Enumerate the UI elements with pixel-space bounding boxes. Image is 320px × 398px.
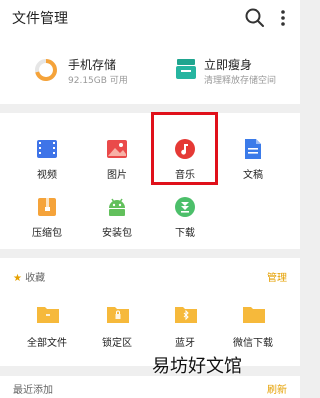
archive-icon <box>36 196 58 218</box>
folder-label: 蓝牙 <box>175 338 195 349</box>
recent-title: 最近添加 <box>13 385 53 396</box>
search-icon[interactable] <box>244 7 266 29</box>
category-apks[interactable]: 安装包 <box>82 178 152 239</box>
category-archives[interactable]: 压缩包 <box>12 178 82 239</box>
folder-label: 锁定区 <box>102 338 132 349</box>
video-icon <box>36 138 58 160</box>
page-title: 文件管理 <box>12 11 68 27</box>
cleanup-label: 立即瘦身 <box>204 58 253 72</box>
folder-icon <box>36 304 60 324</box>
cleanup-icon <box>174 56 198 82</box>
storage-ring-icon <box>34 58 58 82</box>
category-label: 文稿 <box>243 170 263 181</box>
image-icon <box>106 138 128 160</box>
lock-folder-icon <box>106 304 130 324</box>
highlight-box <box>151 112 218 185</box>
category-downloads[interactable]: 下载 <box>150 178 220 239</box>
folder-label: 全部文件 <box>27 338 67 349</box>
watermark-text: 易坊好文馆 <box>152 356 242 377</box>
category-label: 安装包 <box>102 228 132 239</box>
cleanup-item[interactable]: 立即瘦身 清理释放存储空间 <box>150 36 300 104</box>
folder-icon <box>242 304 266 324</box>
favorites-title: 收藏 <box>25 273 46 284</box>
phone-storage-label: 手机存储 <box>68 58 117 72</box>
phone-storage-free: 92.15GB 可用 <box>68 76 128 86</box>
folder-all-files[interactable]: 全部文件 <box>12 296 82 352</box>
folder-bluetooth[interactable]: 蓝牙 <box>150 296 220 352</box>
android-icon <box>106 196 128 218</box>
refresh-button[interactable]: 刷新 <box>267 381 287 396</box>
cleanup-detail: 清理释放存储空间 <box>204 76 277 86</box>
category-images[interactable]: 图片 <box>82 120 152 181</box>
bluetooth-folder-icon <box>174 304 198 324</box>
category-label: 下载 <box>175 228 195 239</box>
folder-wechat-downloads[interactable]: 微信下载 <box>218 296 288 352</box>
category-video[interactable]: 视频 <box>12 120 82 181</box>
manage-button[interactable]: 管理 <box>267 269 287 284</box>
folder-locked[interactable]: 锁定区 <box>82 296 152 352</box>
document-icon <box>242 138 264 160</box>
phone-storage-item[interactable]: 手机存储 92.15GB 可用 <box>0 36 150 104</box>
star-icon: ★ <box>13 273 22 284</box>
category-label: 压缩包 <box>32 228 62 239</box>
more-options-icon[interactable] <box>272 7 294 29</box>
category-documents[interactable]: 文稿 <box>218 120 288 181</box>
folder-label: 微信下载 <box>233 338 273 349</box>
favorites-header: ★ 收藏 <box>13 269 45 284</box>
download-icon <box>174 196 196 218</box>
